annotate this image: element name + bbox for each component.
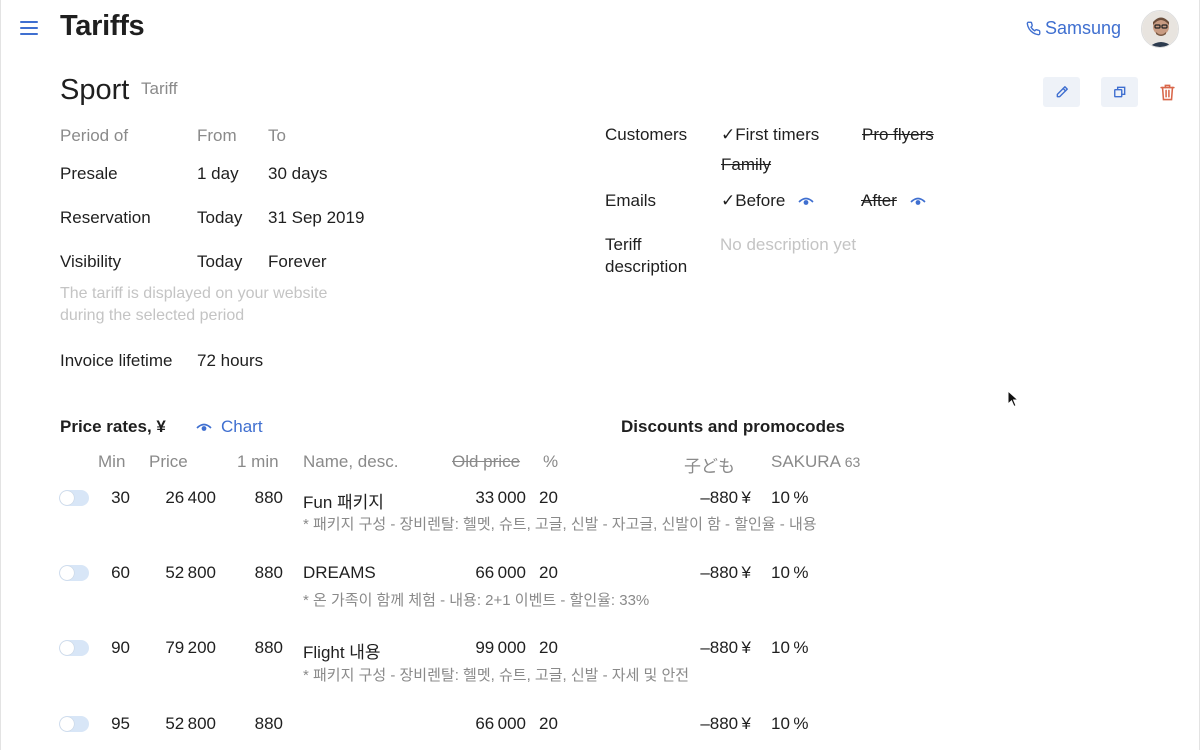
row-promo-discount: 10 % — [771, 488, 809, 507]
copy-icon — [1113, 86, 1125, 98]
page-title: Tariffs — [60, 10, 145, 42]
row-min: 90 — [111, 638, 130, 657]
row-old-price: 66 000 — [475, 714, 526, 733]
eye-icon[interactable] — [910, 197, 926, 207]
row-percent: 20 — [539, 563, 558, 582]
row-name[interactable]: Fun 패키지 — [303, 488, 384, 513]
row-old-price: 66 000 — [475, 563, 526, 582]
row-toggle[interactable] — [59, 490, 89, 506]
cursor-arrow-icon — [1007, 389, 1020, 413]
row-one-min: 880 — [254, 563, 283, 582]
email-before-label: ✓Before — [721, 191, 786, 210]
email-before[interactable]: ✓Before — [721, 191, 814, 211]
eye-icon — [196, 423, 212, 431]
phone-icon — [1026, 21, 1041, 36]
menu-icon[interactable] — [20, 20, 38, 36]
col-promo-header[interactable]: SAKURA 63 — [771, 452, 860, 472]
row-description: * 온 가족이 함께 체험 - 내용: 2+1 이벤트 - 할인율: 33% — [303, 592, 650, 609]
presale-label: Presale — [60, 164, 118, 183]
price-rates-title: Price rates, ¥ — [60, 417, 166, 436]
row-kids-discount: –880 ¥ — [700, 714, 751, 733]
row-price: 26 400 — [165, 488, 216, 507]
row-one-min: 880 — [254, 714, 283, 733]
phone-label: Samsung — [1045, 18, 1122, 38]
row-promo-discount: 10 % — [771, 714, 809, 733]
discounts-title: Discounts and promocodes — [621, 417, 845, 436]
chart-link-label: Chart — [221, 417, 263, 436]
row-percent: 20 — [539, 638, 558, 657]
reservation-label: Reservation — [60, 208, 151, 227]
row-min: 60 — [111, 563, 130, 582]
pencil-icon — [1056, 86, 1068, 98]
chart-link[interactable]: Chart — [196, 417, 263, 437]
invoice-lifetime-value[interactable]: 72 hours — [197, 351, 263, 371]
visibility-from[interactable]: Today — [197, 252, 242, 272]
row-kids-discount: –880 ¥ — [700, 638, 751, 657]
edit-button[interactable] — [1043, 77, 1080, 107]
promo-count: 63 — [844, 454, 861, 470]
row-name[interactable]: DREAMS — [303, 563, 376, 583]
emails-label: Emails — [605, 191, 657, 210]
row-toggle[interactable] — [59, 716, 89, 732]
row-min: 30 — [111, 488, 130, 507]
eye-icon[interactable] — [798, 197, 814, 207]
row-promo-discount: 10 % — [771, 638, 809, 657]
col-kids-header: 子ども — [684, 457, 735, 476]
col-name-header: Name, desc. — [303, 452, 399, 471]
row-old-price: 33 000 — [475, 488, 526, 507]
row-price: 79 200 — [165, 638, 216, 657]
col-period-header: Period of — [60, 126, 129, 145]
duplicate-button[interactable] — [1101, 77, 1138, 107]
row-toggle[interactable] — [59, 640, 89, 656]
presale-to[interactable]: 30 days — [268, 164, 328, 184]
col-one-min-header: 1 min — [237, 452, 279, 471]
delete-button[interactable] — [1156, 78, 1178, 106]
tariff-name: Sport — [60, 74, 130, 106]
row-price: 52 800 — [165, 563, 216, 582]
visibility-to[interactable]: Forever — [268, 252, 327, 272]
avatar[interactable] — [1141, 10, 1179, 48]
tariff-tag: Tariff — [141, 79, 178, 98]
row-description: * 패키지 구성 - 장비렌탈: 헬멧, 슈트, 고글, 신발 - 자고글, 신… — [303, 516, 817, 533]
row-promo-discount: 10 % — [771, 563, 809, 582]
invoice-lifetime-label: Invoice lifetime — [60, 351, 173, 370]
col-percent-header: % — [543, 452, 559, 471]
description-label-line1: Teriff — [605, 235, 642, 254]
row-kids-discount: –880 ¥ — [700, 488, 751, 507]
email-after[interactable]: After — [861, 191, 926, 211]
row-description: * 패키지 구성 - 장비렌탈: 헬멧, 슈트, 고글, 신발 - 자세 및 안… — [303, 667, 690, 684]
col-to-header: To — [268, 126, 286, 145]
row-min: 95 — [111, 714, 130, 733]
promo-code-label: SAKURA — [771, 452, 840, 471]
col-old-price-header: Old price — [452, 452, 521, 471]
visibility-label: Visibility — [60, 252, 122, 271]
email-after-label: After — [861, 191, 897, 210]
row-price: 52 800 — [165, 714, 216, 733]
description-label-line2: description — [605, 257, 688, 276]
col-min-header: Min — [98, 452, 126, 471]
row-percent: 20 — [539, 714, 558, 733]
row-one-min: 880 — [254, 488, 283, 507]
row-old-price: 99 000 — [475, 638, 526, 657]
description-placeholder[interactable]: No description yet — [720, 235, 856, 255]
reservation-to[interactable]: 31 Sep 2019 — [268, 208, 364, 228]
row-one-min: 880 — [254, 638, 283, 657]
col-price-header: Price — [149, 452, 188, 471]
trash-icon — [1159, 84, 1175, 100]
phone-link[interactable]: Samsung — [1026, 18, 1121, 39]
visibility-note-line1: The tariff is displayed on your website — [60, 285, 328, 302]
customers-label: Customers — [605, 125, 688, 144]
presale-from[interactable]: 1 day — [197, 164, 239, 184]
row-toggle[interactable] — [59, 565, 89, 581]
customer-first-timers[interactable]: ✓First timers — [721, 125, 819, 145]
customer-pro-flyers[interactable]: Pro flyers — [862, 125, 934, 145]
customer-family[interactable]: Family — [721, 155, 771, 175]
row-name[interactable]: Flight 내용 — [303, 638, 381, 663]
row-kids-discount: –880 ¥ — [700, 563, 751, 582]
col-from-header: From — [197, 126, 237, 145]
row-percent: 20 — [539, 488, 558, 507]
visibility-note-line2: during the selected period — [60, 307, 245, 324]
reservation-from[interactable]: Today — [197, 208, 242, 228]
